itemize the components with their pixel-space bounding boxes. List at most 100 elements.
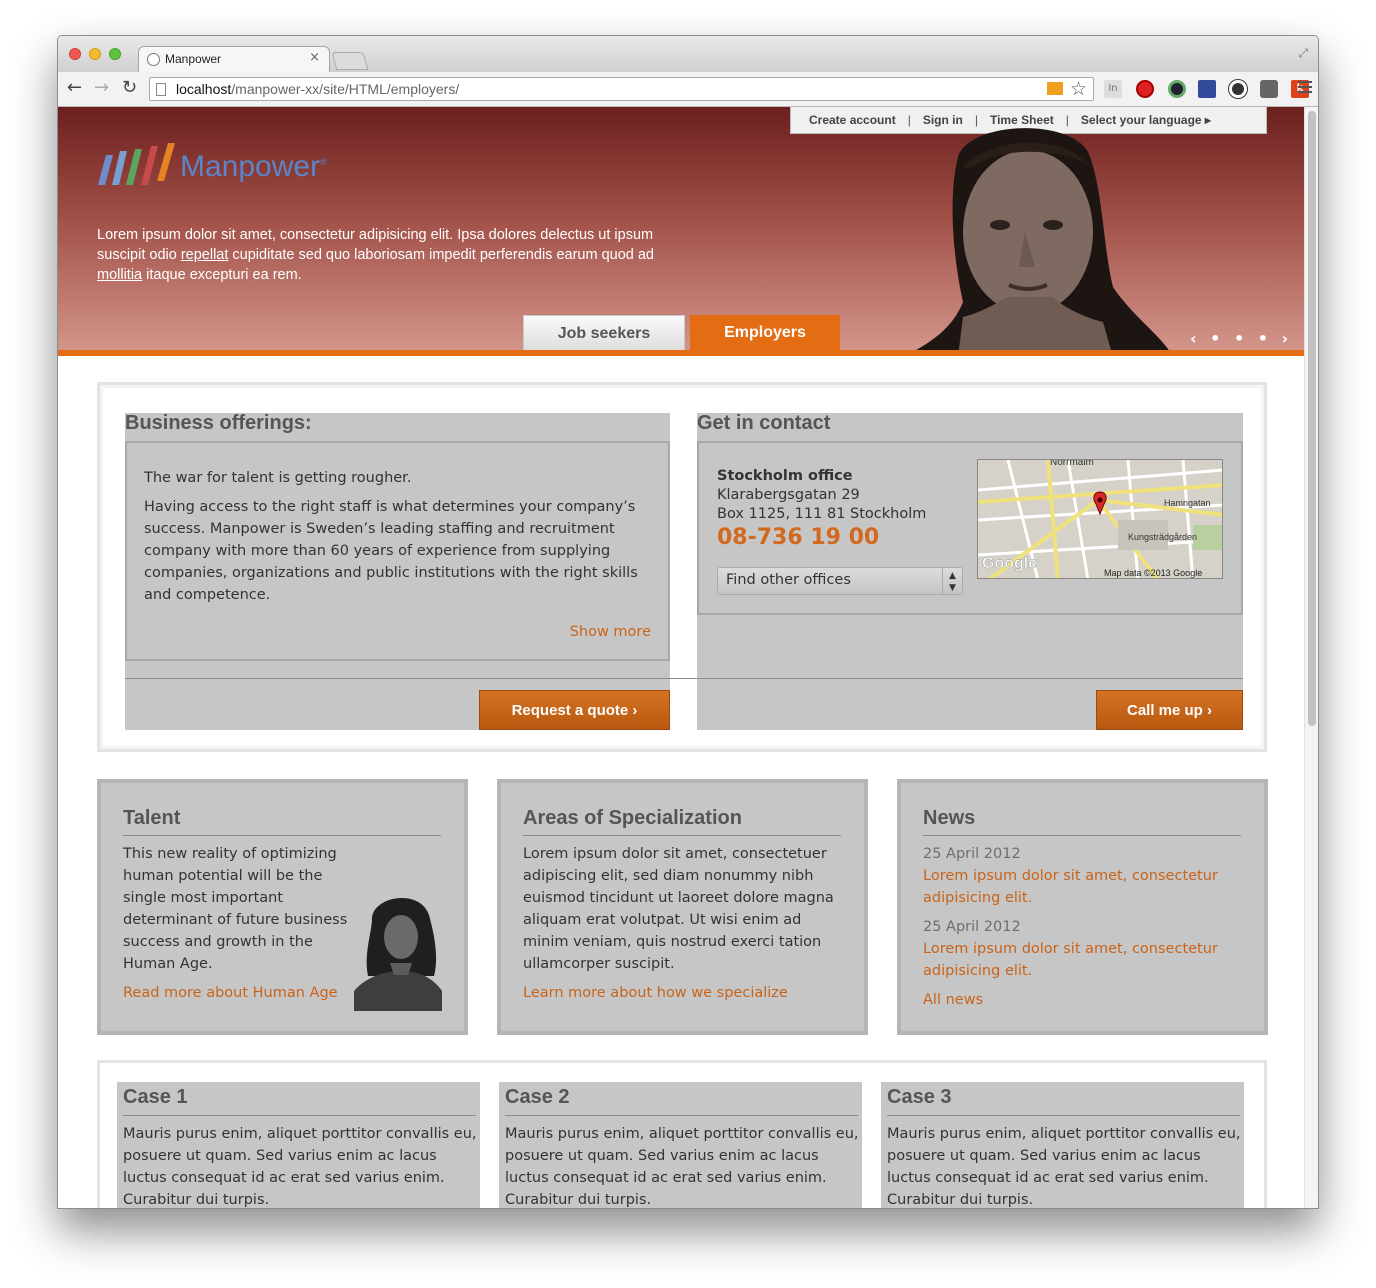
- language-selector[interactable]: Select your language ▸: [1081, 113, 1211, 127]
- areas-learn-more-link[interactable]: Learn more about how we specialize: [523, 982, 788, 1004]
- mollitia-link[interactable]: mollitia: [97, 267, 142, 283]
- news-box: News 25 April 2012 Lorem ipsum dolor sit…: [897, 779, 1268, 1035]
- extension-in-icon[interactable]: In: [1104, 80, 1122, 98]
- create-account-link[interactable]: Create account: [809, 113, 896, 127]
- call-me-up-button[interactable]: Call me up ›: [1096, 690, 1243, 730]
- news-headline-2[interactable]: Lorem ipsum dolor sit amet, consectetur …: [923, 938, 1241, 982]
- case-card-2: Case 2 Mauris purus enim, aliquet portti…: [499, 1082, 862, 1208]
- office-map[interactable]: Norrmalm Hamngatan Kungsträdgården Googl…: [977, 459, 1223, 579]
- news-headline-1[interactable]: Lorem ipsum dolor sit amet, consectetur …: [923, 865, 1241, 909]
- talent-body: This new reality of optimizing human pot…: [123, 846, 348, 972]
- flag-extension-icon[interactable]: [1198, 80, 1216, 98]
- sign-in-link[interactable]: Sign in: [923, 113, 963, 127]
- time-sheet-link[interactable]: Time Sheet: [990, 113, 1054, 127]
- contact-title: Get in contact: [697, 412, 831, 434]
- new-tab-button[interactable]: [331, 52, 369, 70]
- map-label-kungstradgarden: Kungsträdgården: [1128, 532, 1197, 542]
- hero-banner: Manpower® Create account | Sign in | Time Sh…: [58, 107, 1306, 350]
- browser-tab[interactable]: Manpower ×: [138, 46, 330, 72]
- gear-icon[interactable]: [1229, 80, 1247, 98]
- office-box: Box 1125, 111 81 Stockholm: [717, 506, 927, 522]
- areas-box: Areas of Specialization Lorem ipsum dolo…: [497, 779, 868, 1035]
- business-lead: The war for talent is getting rougher.: [144, 470, 412, 486]
- case-title: Case 1: [123, 1086, 188, 1108]
- minimize-window-button[interactable]: [89, 48, 101, 60]
- contact-card: Stockholm office Klarabergsgatan 29 Box …: [697, 441, 1243, 615]
- globe-icon: [147, 53, 160, 66]
- tab-close-icon[interactable]: ×: [309, 50, 320, 65]
- title-bar: Manpower × ⤢: [58, 36, 1318, 72]
- logo-mark-icon: [98, 143, 175, 185]
- news-date-2: 25 April 2012: [923, 919, 1021, 935]
- cases-section: Case 1 Mauris purus enim, aliquet portti…: [97, 1060, 1267, 1208]
- find-offices-select[interactable]: Find other offices ▲ ▼: [717, 567, 963, 595]
- map-label-norrmalm: Norrmalm: [1050, 460, 1094, 468]
- map-credit: Map data ©2013 Google: [1104, 568, 1202, 578]
- address-bar[interactable]: localhost/manpower-xx/site/HTML/employer…: [149, 77, 1094, 101]
- case-title: Case 2: [505, 1086, 570, 1108]
- business-offerings-column: Business offerings: The war for talent i…: [125, 413, 670, 730]
- show-more-link[interactable]: Show more: [570, 621, 651, 643]
- accent-bar: [58, 350, 1306, 356]
- talent-title: Talent: [123, 807, 181, 829]
- menu-icon[interactable]: [1298, 81, 1312, 93]
- talent-portrait-image: [354, 891, 442, 1011]
- reload-icon[interactable]: ↻: [122, 78, 137, 98]
- case-body: Mauris purus enim, aliquet porttitor con…: [123, 1126, 477, 1208]
- url-text: localhost/manpower-xx/site/HTML/employer…: [176, 81, 460, 97]
- logo-text: Manpower®: [180, 150, 327, 183]
- power-extension-icon[interactable]: [1136, 80, 1154, 98]
- talent-read-more-link[interactable]: Read more about Human Age: [123, 982, 338, 1004]
- scrollbar-thumb[interactable]: [1308, 111, 1316, 726]
- select-arrows-icon: ▲ ▼: [942, 568, 962, 594]
- case-title: Case 3: [887, 1086, 952, 1108]
- tab-employers[interactable]: Employers: [690, 315, 840, 350]
- manpower-logo[interactable]: Manpower®: [98, 143, 327, 193]
- tab-title: Manpower: [165, 52, 222, 66]
- all-news-link[interactable]: All news: [923, 989, 983, 1011]
- page-icon: [156, 83, 166, 96]
- maximize-window-button[interactable]: [109, 48, 121, 60]
- close-window-button[interactable]: [69, 48, 81, 60]
- business-offerings-title: Business offerings:: [125, 412, 312, 434]
- request-quote-button[interactable]: Request a quote ›: [479, 690, 670, 730]
- case-rule: [505, 1115, 858, 1116]
- areas-body: Lorem ipsum dolor sit amet, consectetuer…: [523, 846, 834, 972]
- back-icon[interactable]: ←: [67, 78, 82, 98]
- offerings-contact-section: Business offerings: The war for talent i…: [97, 382, 1267, 752]
- color-picker-icon[interactable]: [1168, 80, 1186, 98]
- talent-box: Talent This new reality of optimizing hu…: [97, 779, 468, 1035]
- key-icon[interactable]: [1047, 82, 1063, 95]
- office-phone[interactable]: 08-736 19 00: [717, 525, 879, 550]
- office-street: Klarabergsgatan 29: [717, 487, 860, 503]
- contact-column: Get in contact Stockholm office Klaraber…: [697, 413, 1243, 730]
- areas-title: Areas of Specialization: [523, 807, 742, 829]
- bookmark-star-icon[interactable]: ☆: [1070, 78, 1087, 101]
- hero-intro-text: Lorem ipsum dolor sit amet, consectetur …: [97, 227, 654, 283]
- repellat-link[interactable]: repellat: [181, 247, 229, 263]
- pocket-icon[interactable]: [1260, 80, 1278, 98]
- news-date-1: 25 April 2012: [923, 846, 1021, 862]
- carousel-controls[interactable]: ‹ • • • ›: [1190, 329, 1292, 348]
- news-title: News: [923, 807, 976, 829]
- page-viewport: Manpower® Create account | Sign in | Time Sh…: [58, 107, 1306, 1208]
- business-body: Having access to the right staff is what…: [144, 499, 638, 603]
- map-google-logo: Google: [982, 555, 1037, 572]
- hero-portrait-image: [916, 128, 1169, 350]
- areas-rule: [523, 835, 841, 836]
- forward-icon[interactable]: →: [94, 78, 109, 98]
- browser-window: Manpower × ⤢ ← → ↻ localhost/manpower-xx…: [57, 35, 1319, 1209]
- map-label-hamngatan: Hamngatan: [1164, 498, 1211, 508]
- case-rule: [887, 1115, 1240, 1116]
- case-card-3: Case 3 Mauris purus enim, aliquet portti…: [881, 1082, 1244, 1208]
- case-body: Mauris purus enim, aliquet porttitor con…: [887, 1126, 1241, 1208]
- fullscreen-icon[interactable]: ⤢: [1298, 46, 1308, 61]
- business-card: The war for talent is getting rougher. H…: [125, 441, 670, 661]
- tab-job-seekers[interactable]: Job seekers: [523, 315, 685, 350]
- talent-rule: [123, 835, 441, 836]
- case-body: Mauris purus enim, aliquet porttitor con…: [505, 1126, 859, 1208]
- office-name: Stockholm office: [717, 468, 853, 484]
- vertical-scrollbar[interactable]: [1304, 107, 1318, 1208]
- case-rule: [123, 1115, 476, 1116]
- news-rule: [923, 835, 1241, 836]
